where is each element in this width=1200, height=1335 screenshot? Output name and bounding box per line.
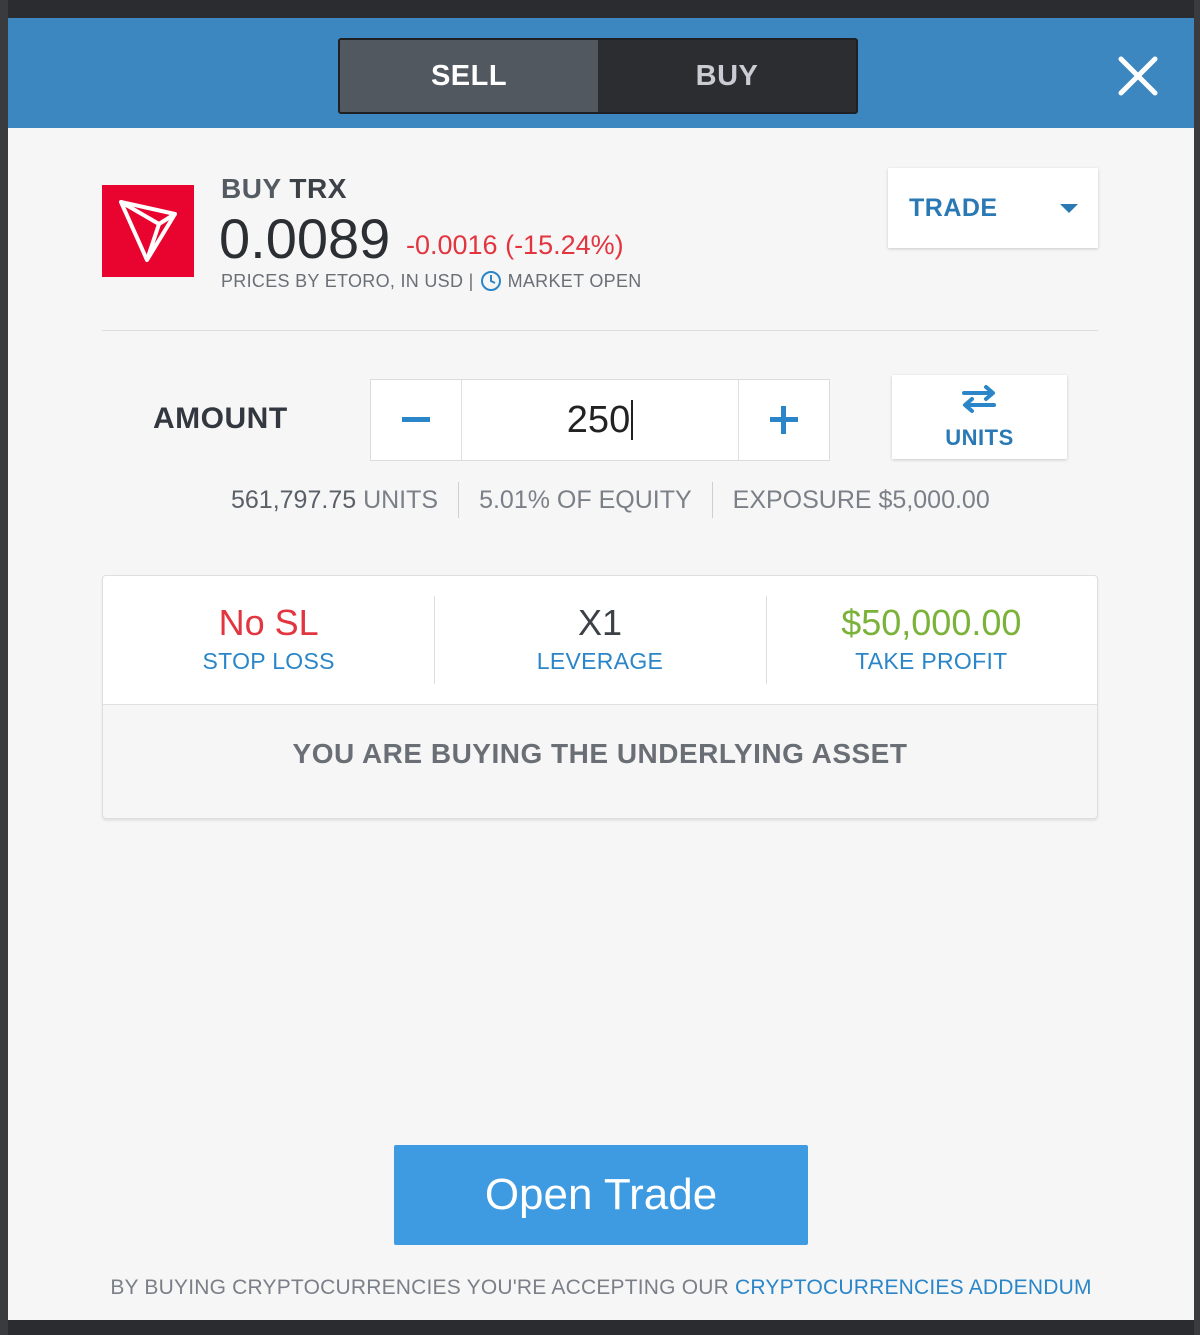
addendum-link[interactable]: CRYPTOCURRENCIES ADDENDUM: [735, 1276, 1092, 1299]
units-button-label: UNITS: [945, 425, 1014, 450]
close-icon[interactable]: [1116, 54, 1160, 98]
stop-loss-label: STOP LOSS: [202, 648, 335, 674]
plus-icon: [770, 406, 798, 434]
minus-icon: [402, 417, 430, 422]
equity-percent: 5.01% OF EQUITY: [479, 485, 692, 514]
leverage-value: X1: [577, 602, 623, 643]
decrease-amount-button[interactable]: [371, 380, 462, 460]
separator: [458, 482, 460, 518]
leverage-setting[interactable]: X1 LEVERAGE: [434, 576, 765, 704]
sell-buy-toggle: SELL BUY: [338, 38, 858, 114]
buy-tab[interactable]: BUY: [598, 40, 856, 112]
swap-icon: [962, 385, 996, 413]
take-profit-value: $50,000.00: [841, 602, 1022, 643]
clock-icon: [480, 270, 502, 292]
asset-title: BUY TRX: [221, 173, 347, 205]
units-toggle-button[interactable]: UNITS: [892, 375, 1067, 459]
amount-input[interactable]: 250: [462, 380, 738, 460]
leverage-label: LEVERAGE: [536, 648, 664, 674]
trade-type-label: TRADE: [909, 193, 998, 222]
trade-action: BUY: [221, 173, 282, 204]
units-value: 561,797.75: [231, 485, 357, 514]
backdrop: [0, 0, 8, 1335]
trade-type-dropdown[interactable]: TRADE: [888, 168, 1098, 248]
separator: [711, 482, 713, 518]
stop-loss-value: No SL: [218, 602, 319, 643]
asset-symbol: TRX: [289, 173, 347, 204]
text-cursor: [631, 400, 634, 440]
position-metrics: 561,797.75 UNITS 5.01% OF EQUITY EXPOSUR…: [231, 482, 990, 518]
take-profit-setting[interactable]: $50,000.00 TAKE PROFIT: [765, 576, 1097, 704]
disclaimer-text: BY BUYING CRYPTOCURRENCIES YOU'RE ACCEPT…: [110, 1276, 729, 1299]
increase-amount-button[interactable]: [738, 380, 829, 460]
units-label: UNITS: [363, 485, 439, 514]
exposure: EXPOSURE $5,000.00: [732, 485, 990, 514]
asset-price: 0.0089: [219, 207, 391, 270]
trade-settings: No SL STOP LOSS X1 LEVERAGE $50,000.00 T…: [103, 576, 1097, 705]
amount-stepper: 250: [370, 379, 830, 461]
amount-value: 250: [566, 398, 631, 441]
dialog-header: SELL BUY: [8, 18, 1194, 128]
divider: [102, 330, 1098, 331]
trade-dialog: SELL BUY BUY TRX 0.0089 -0.0016 (-15.24%…: [8, 18, 1194, 1320]
market-status: MARKET OPEN: [507, 270, 642, 291]
open-trade-button[interactable]: Open Trade: [394, 1145, 808, 1245]
caret-down-icon: [1060, 204, 1078, 213]
sell-tab[interactable]: SELL: [340, 40, 598, 112]
stop-loss-setting[interactable]: No SL STOP LOSS: [103, 576, 434, 704]
price-source-text: PRICES BY ETORO, IN USD |: [221, 270, 474, 291]
take-profit-label: TAKE PROFIT: [855, 648, 1008, 674]
trade-settings-panel: No SL STOP LOSS X1 LEVERAGE $50,000.00 T…: [102, 575, 1098, 819]
underlying-asset-note: YOU ARE BUYING THE UNDERLYING ASSET: [292, 738, 908, 769]
price-change: -0.0016 (-15.24%): [406, 230, 624, 260]
tron-logo: [102, 185, 194, 277]
backdrop: [1194, 0, 1200, 1335]
disclaimer: BY BUYING CRYPTOCURRENCIES YOU'RE ACCEPT…: [8, 1276, 1194, 1300]
price-source: PRICES BY ETORO, IN USD | MARKET OPEN: [221, 270, 642, 292]
amount-label: AMOUNT: [153, 402, 288, 435]
